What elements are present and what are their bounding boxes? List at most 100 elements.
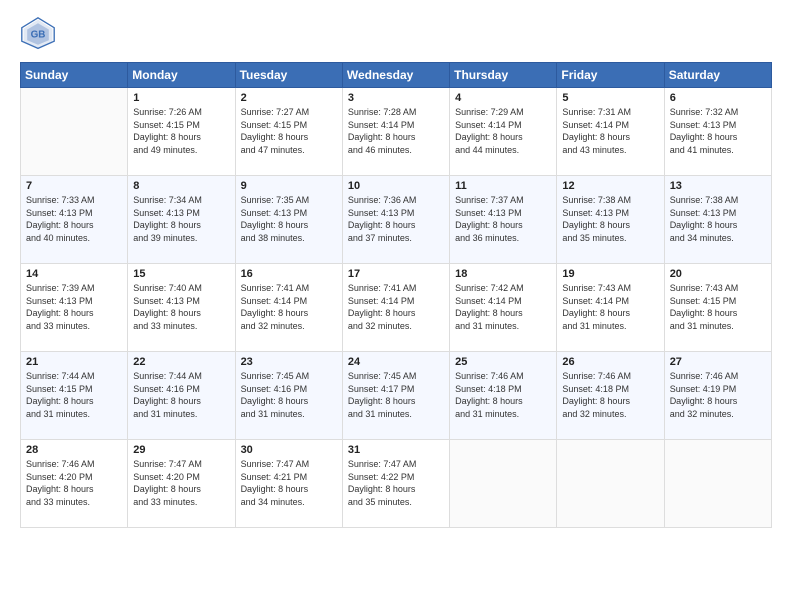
calendar-cell: 20 Sunrise: 7:43 AM Sunset: 4:15 PM Dayli… xyxy=(664,264,771,352)
day-number: 2 xyxy=(241,92,337,104)
day-info: Sunrise: 7:35 AM Sunset: 4:13 PM Dayligh… xyxy=(241,194,337,244)
day-header-thursday: Thursday xyxy=(450,63,557,88)
calendar-cell: 28 Sunrise: 7:46 AM Sunset: 4:20 PM Dayli… xyxy=(21,440,128,528)
day-number: 1 xyxy=(133,92,229,104)
calendar-cell xyxy=(450,440,557,528)
day-number: 17 xyxy=(348,268,444,280)
calendar-cell: 16Sunrise: 7:41 AM Sunset: 4:14 PM Dayli… xyxy=(235,264,342,352)
calendar-cell: 29 Sunrise: 7:47 AM Sunset: 4:20 PM Dayli… xyxy=(128,440,235,528)
week-row-3: 14 Sunrise: 7:39 AM Sunset: 4:13 PM Dayli… xyxy=(21,264,772,352)
day-number: 23 xyxy=(241,356,337,368)
day-info: Sunrise: 7:41 AM Sunset: 4:14 PM Dayligh… xyxy=(348,282,444,332)
day-number: 10 xyxy=(348,180,444,192)
calendar-cell: 25 Sunrise: 7:46 AM Sunset: 4:18 PM Dayli… xyxy=(450,352,557,440)
day-info: Sunrise: 7:29 AM Sunset: 4:14 PM Dayligh… xyxy=(455,106,551,156)
day-number: 30 xyxy=(241,444,337,456)
day-header-saturday: Saturday xyxy=(664,63,771,88)
day-info: Sunrise: 7:46 AM Sunset: 4:20 PM Dayligh… xyxy=(26,458,122,508)
day-number: 29 xyxy=(133,444,229,456)
day-number: 19 xyxy=(562,268,658,280)
day-number: 9 xyxy=(241,180,337,192)
calendar-cell: 11Sunrise: 7:37 AM Sunset: 4:13 PM Dayli… xyxy=(450,176,557,264)
calendar-cell: 26Sunrise: 7:46 AM Sunset: 4:18 PM Dayli… xyxy=(557,352,664,440)
calendar-cell: 18 Sunrise: 7:42 AM Sunset: 4:14 PM Dayli… xyxy=(450,264,557,352)
calendar-cell: 6 Sunrise: 7:32 AM Sunset: 4:13 PM Daylig… xyxy=(664,88,771,176)
day-header-friday: Friday xyxy=(557,63,664,88)
calendar-cell: 9 Sunrise: 7:35 AM Sunset: 4:13 PM Daylig… xyxy=(235,176,342,264)
day-number: 31 xyxy=(348,444,444,456)
header: GB xyxy=(20,16,772,52)
week-row-2: 7 Sunrise: 7:33 AM Sunset: 4:13 PM Daylig… xyxy=(21,176,772,264)
day-info: Sunrise: 7:26 AM Sunset: 4:15 PM Dayligh… xyxy=(133,106,229,156)
calendar-cell: 12 Sunrise: 7:38 AM Sunset: 4:13 PM Dayli… xyxy=(557,176,664,264)
day-number: 18 xyxy=(455,268,551,280)
day-info: Sunrise: 7:47 AM Sunset: 4:21 PM Dayligh… xyxy=(241,458,337,508)
day-number: 25 xyxy=(455,356,551,368)
day-number: 26 xyxy=(562,356,658,368)
day-number: 14 xyxy=(26,268,122,280)
calendar-cell: 4 Sunrise: 7:29 AM Sunset: 4:14 PM Daylig… xyxy=(450,88,557,176)
calendar-table: SundayMondayTuesdayWednesdayThursdayFrid… xyxy=(20,62,772,528)
day-number: 5 xyxy=(562,92,658,104)
day-info: Sunrise: 7:44 AM Sunset: 4:15 PM Dayligh… xyxy=(26,370,122,420)
calendar-cell: 8 Sunrise: 7:34 AM Sunset: 4:13 PM Daylig… xyxy=(128,176,235,264)
day-header-wednesday: Wednesday xyxy=(342,63,449,88)
calendar-cell: 10Sunrise: 7:36 AM Sunset: 4:13 PM Dayli… xyxy=(342,176,449,264)
day-number: 3 xyxy=(348,92,444,104)
day-info: Sunrise: 7:33 AM Sunset: 4:13 PM Dayligh… xyxy=(26,194,122,244)
svg-text:GB: GB xyxy=(31,30,46,41)
day-info: Sunrise: 7:47 AM Sunset: 4:20 PM Dayligh… xyxy=(133,458,229,508)
day-number: 12 xyxy=(562,180,658,192)
calendar-cell: 1 Sunrise: 7:26 AM Sunset: 4:15 PM Daylig… xyxy=(128,88,235,176)
day-number: 27 xyxy=(670,356,766,368)
day-info: Sunrise: 7:47 AM Sunset: 4:22 PM Dayligh… xyxy=(348,458,444,508)
day-number: 28 xyxy=(26,444,122,456)
calendar-cell: 2 Sunrise: 7:27 AM Sunset: 4:15 PM Daylig… xyxy=(235,88,342,176)
day-info: Sunrise: 7:34 AM Sunset: 4:13 PM Dayligh… xyxy=(133,194,229,244)
logo-icon: GB xyxy=(20,16,56,52)
calendar-cell: 5Sunrise: 7:31 AM Sunset: 4:14 PM Daylig… xyxy=(557,88,664,176)
calendar-cell: 22 Sunrise: 7:44 AM Sunset: 4:16 PM Dayli… xyxy=(128,352,235,440)
calendar-cell: 17 Sunrise: 7:41 AM Sunset: 4:14 PM Dayli… xyxy=(342,264,449,352)
day-number: 16 xyxy=(241,268,337,280)
day-info: Sunrise: 7:28 AM Sunset: 4:14 PM Dayligh… xyxy=(348,106,444,156)
day-info: Sunrise: 7:43 AM Sunset: 4:15 PM Dayligh… xyxy=(670,282,766,332)
page: GB SundayMondayTuesdayWednesdayThursdayF… xyxy=(0,0,792,612)
day-info: Sunrise: 7:44 AM Sunset: 4:16 PM Dayligh… xyxy=(133,370,229,420)
calendar-cell xyxy=(664,440,771,528)
calendar-cell: 30 Sunrise: 7:47 AM Sunset: 4:21 PM Dayli… xyxy=(235,440,342,528)
calendar-cell: 24Sunrise: 7:45 AM Sunset: 4:17 PM Dayli… xyxy=(342,352,449,440)
calendar-cell: 15Sunrise: 7:40 AM Sunset: 4:13 PM Dayli… xyxy=(128,264,235,352)
calendar-cell: 21Sunrise: 7:44 AM Sunset: 4:15 PM Dayli… xyxy=(21,352,128,440)
day-header-tuesday: Tuesday xyxy=(235,63,342,88)
day-number: 24 xyxy=(348,356,444,368)
day-info: Sunrise: 7:46 AM Sunset: 4:19 PM Dayligh… xyxy=(670,370,766,420)
calendar-cell xyxy=(21,88,128,176)
calendar-cell: 31 Sunrise: 7:47 AM Sunset: 4:22 PM Dayli… xyxy=(342,440,449,528)
week-row-5: 28 Sunrise: 7:46 AM Sunset: 4:20 PM Dayli… xyxy=(21,440,772,528)
day-number: 20 xyxy=(670,268,766,280)
week-row-1: 1 Sunrise: 7:26 AM Sunset: 4:15 PM Daylig… xyxy=(21,88,772,176)
calendar-cell: 14 Sunrise: 7:39 AM Sunset: 4:13 PM Dayli… xyxy=(21,264,128,352)
day-info: Sunrise: 7:38 AM Sunset: 4:13 PM Dayligh… xyxy=(562,194,658,244)
calendar-cell: 3 Sunrise: 7:28 AM Sunset: 4:14 PM Daylig… xyxy=(342,88,449,176)
day-number: 7 xyxy=(26,180,122,192)
calendar-cell: 23 Sunrise: 7:45 AM Sunset: 4:16 PM Dayli… xyxy=(235,352,342,440)
day-number: 6 xyxy=(670,92,766,104)
day-info: Sunrise: 7:27 AM Sunset: 4:15 PM Dayligh… xyxy=(241,106,337,156)
day-info: Sunrise: 7:45 AM Sunset: 4:16 PM Dayligh… xyxy=(241,370,337,420)
day-info: Sunrise: 7:46 AM Sunset: 4:18 PM Dayligh… xyxy=(455,370,551,420)
day-number: 4 xyxy=(455,92,551,104)
day-info: Sunrise: 7:42 AM Sunset: 4:14 PM Dayligh… xyxy=(455,282,551,332)
day-header-sunday: Sunday xyxy=(21,63,128,88)
day-info: Sunrise: 7:39 AM Sunset: 4:13 PM Dayligh… xyxy=(26,282,122,332)
day-header-monday: Monday xyxy=(128,63,235,88)
day-number: 22 xyxy=(133,356,229,368)
header-row: SundayMondayTuesdayWednesdayThursdayFrid… xyxy=(21,63,772,88)
day-info: Sunrise: 7:43 AM Sunset: 4:14 PM Dayligh… xyxy=(562,282,658,332)
week-row-4: 21Sunrise: 7:44 AM Sunset: 4:15 PM Dayli… xyxy=(21,352,772,440)
day-info: Sunrise: 7:32 AM Sunset: 4:13 PM Dayligh… xyxy=(670,106,766,156)
day-number: 8 xyxy=(133,180,229,192)
day-number: 11 xyxy=(455,180,551,192)
calendar-cell: 13Sunrise: 7:38 AM Sunset: 4:13 PM Dayli… xyxy=(664,176,771,264)
